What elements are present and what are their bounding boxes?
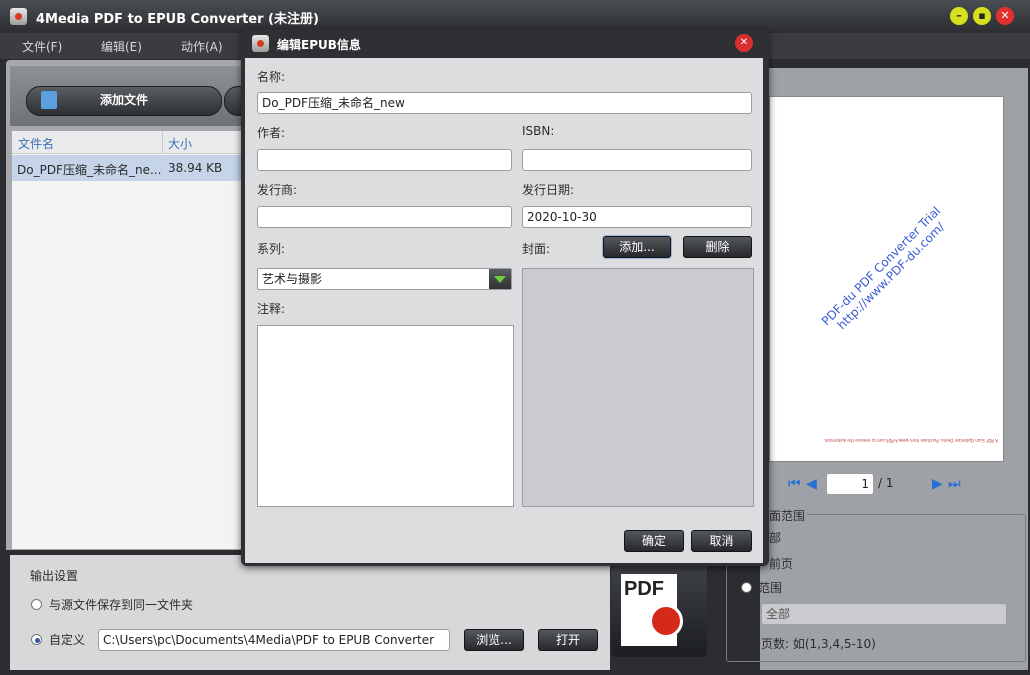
close-icon[interactable]: ✕ <box>996 7 1014 25</box>
range-label: 范围 <box>758 581 783 595</box>
radio-custom[interactable] <box>31 634 42 645</box>
page-range-title: 面范围 <box>767 507 808 524</box>
next-page-icon[interactable]: ▶ <box>932 476 943 492</box>
date-input[interactable]: 2020-10-30 <box>522 206 752 228</box>
col-divider <box>162 131 163 153</box>
isbn-input[interactable] <box>522 149 752 171</box>
dialog-title-bar: 编辑EPUB信息 ✕ <box>241 29 769 57</box>
radio-same-folder-label: 与源文件保存到同一文件夹 <box>49 598 194 612</box>
range-all-label: 部 <box>769 531 782 545</box>
output-settings-title: 输出设置 <box>30 569 79 583</box>
ok-button[interactable]: 确定 <box>624 530 684 552</box>
file-name: Do_PDF压缩_未命名_ne... <box>17 163 162 177</box>
preview-footer-note: A PDF Scan Optimizer Demo. Purchase from… <box>824 438 998 443</box>
file-size: 38.94 KB <box>168 161 223 175</box>
minimize-icon[interactable]: – <box>950 7 968 25</box>
cover-add-button[interactable]: 添加... <box>603 236 671 258</box>
cover-label: 封面: <box>522 242 551 256</box>
open-button[interactable]: 打开 <box>538 629 598 651</box>
author-label: 作者: <box>257 126 286 140</box>
app-icon <box>10 8 27 25</box>
range-hint: 页数: 如(1,3,4,5-10) <box>761 637 876 651</box>
output-settings-panel: 输出设置 与源文件保存到同一文件夹 自定义 C:\Users\pc\Docume… <box>10 555 610 670</box>
name-label: 名称: <box>257 70 286 84</box>
add-file-label: 添加文件 <box>99 93 148 107</box>
dialog-body: 名称: Do_PDF压缩_未命名_new 作者: ISBN: 发行商: 发行日期… <box>245 58 763 563</box>
page-number-input[interactable]: 1 <box>826 473 874 495</box>
menu-edit[interactable]: 编辑(E) <box>101 38 142 55</box>
table-row[interactable]: Do_PDF压缩_未命名_ne... 38.94 KB <box>12 155 260 181</box>
range-input[interactable]: 全部 <box>761 603 1007 625</box>
window-title: 4Media PDF to EPUB Converter (未注册) <box>36 12 319 27</box>
radio-same-folder[interactable] <box>31 599 42 610</box>
preview-watermark: PDF-du PDF Converter Trial http://www.PD… <box>818 203 948 333</box>
series-value: 艺术与摄影 <box>262 272 323 286</box>
name-input[interactable]: Do_PDF压缩_未命名_new <box>257 92 752 114</box>
series-select[interactable]: 艺术与摄影 <box>257 268 512 290</box>
file-list: 文件名 大小 Do_PDF压缩_未命名_ne... 38.94 KB <box>12 131 260 549</box>
page-total: / 1 <box>878 476 894 490</box>
add-file-button[interactable]: 添加文件 <box>26 86 222 116</box>
notes-textarea[interactable] <box>257 325 514 507</box>
browse-button[interactable]: 浏览... <box>464 629 524 651</box>
dialog-app-icon <box>252 35 269 52</box>
maximize-icon[interactable]: ▪ <box>973 7 991 25</box>
notes-label: 注释: <box>257 302 286 316</box>
dropdown-arrow-icon[interactable] <box>489 269 511 289</box>
first-page-icon[interactable]: ⏮ <box>788 476 801 492</box>
publisher-label: 发行商: <box>257 183 298 197</box>
author-input[interactable] <box>257 149 512 171</box>
dialog-title: 编辑EPUB信息 <box>277 38 361 52</box>
cover-preview <box>522 268 754 507</box>
file-list-header: 文件名 大小 <box>12 131 260 154</box>
range-current-label: 前页 <box>769 557 794 571</box>
toolbar: 添加文件 <box>10 66 266 126</box>
prev-page-icon[interactable]: ◀ <box>806 476 817 492</box>
output-path-input[interactable]: C:\Users\pc\Documents\4Media\PDF to EPUB… <box>98 629 450 651</box>
range-radio[interactable] <box>741 582 752 593</box>
radio-custom-label: 自定义 <box>49 633 86 647</box>
radio-dot <box>35 638 40 643</box>
add-file-icon <box>41 91 57 109</box>
page-preview: PDF-du PDF Converter Trial http://www.PD… <box>769 96 1004 462</box>
menu-file[interactable]: 文件(F) <box>22 38 62 55</box>
col-filename[interactable]: 文件名 <box>18 135 54 152</box>
convert-button[interactable]: PDF <box>611 562 707 657</box>
cover-delete-button[interactable]: 删除 <box>683 236 752 258</box>
series-label: 系列: <box>257 242 286 256</box>
last-page-icon[interactable]: ⏭ <box>948 476 961 492</box>
col-size[interactable]: 大小 <box>168 135 192 152</box>
publisher-input[interactable] <box>257 206 512 228</box>
page-range-group: 面范围 部 前页 范围 全部 页数: 如(1,3,4,5-10) <box>726 507 1026 662</box>
isbn-label: ISBN: <box>522 124 555 138</box>
cancel-button[interactable]: 取消 <box>691 530 752 552</box>
dialog-close-icon[interactable]: ✕ <box>735 34 753 52</box>
date-label: 发行日期: <box>522 183 575 197</box>
pdf-icon: PDF <box>621 574 683 646</box>
menu-action[interactable]: 动作(A) <box>181 38 223 55</box>
